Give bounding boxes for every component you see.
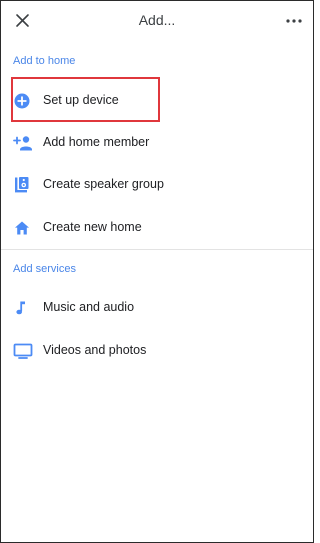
item-label: Music and audio xyxy=(43,300,135,314)
section-divider xyxy=(1,249,313,250)
videos-and-photos-item[interactable]: Videos and photos xyxy=(1,331,313,371)
item-label: Videos and photos xyxy=(43,343,147,357)
add-circle-icon xyxy=(13,92,31,110)
top-bar: Add... xyxy=(1,1,313,39)
speaker-group-icon xyxy=(13,176,31,194)
section-label-add-to-home: Add to home xyxy=(13,55,76,67)
music-and-audio-item[interactable]: Music and audio xyxy=(1,288,313,328)
add-home-member-item[interactable]: Add home member xyxy=(1,123,313,163)
tv-icon xyxy=(13,342,33,360)
add-person-icon xyxy=(13,134,32,152)
section-label-add-services: Add services xyxy=(13,263,76,275)
app-frame: Add... Add to home Set up device Add hom… xyxy=(0,0,314,543)
item-label: Create speaker group xyxy=(43,177,164,191)
page-title: Add... xyxy=(138,12,176,28)
create-new-home-item[interactable]: Create new home xyxy=(1,208,313,248)
item-label: Create new home xyxy=(43,220,142,234)
item-label: Add home member xyxy=(43,135,150,149)
set-up-device-item[interactable]: Set up device xyxy=(1,81,313,121)
item-label: Set up device xyxy=(43,93,119,107)
more-options-icon[interactable] xyxy=(285,11,303,31)
music-note-icon xyxy=(13,299,31,317)
home-icon xyxy=(13,219,31,237)
create-speaker-group-item[interactable]: Create speaker group xyxy=(1,165,313,205)
